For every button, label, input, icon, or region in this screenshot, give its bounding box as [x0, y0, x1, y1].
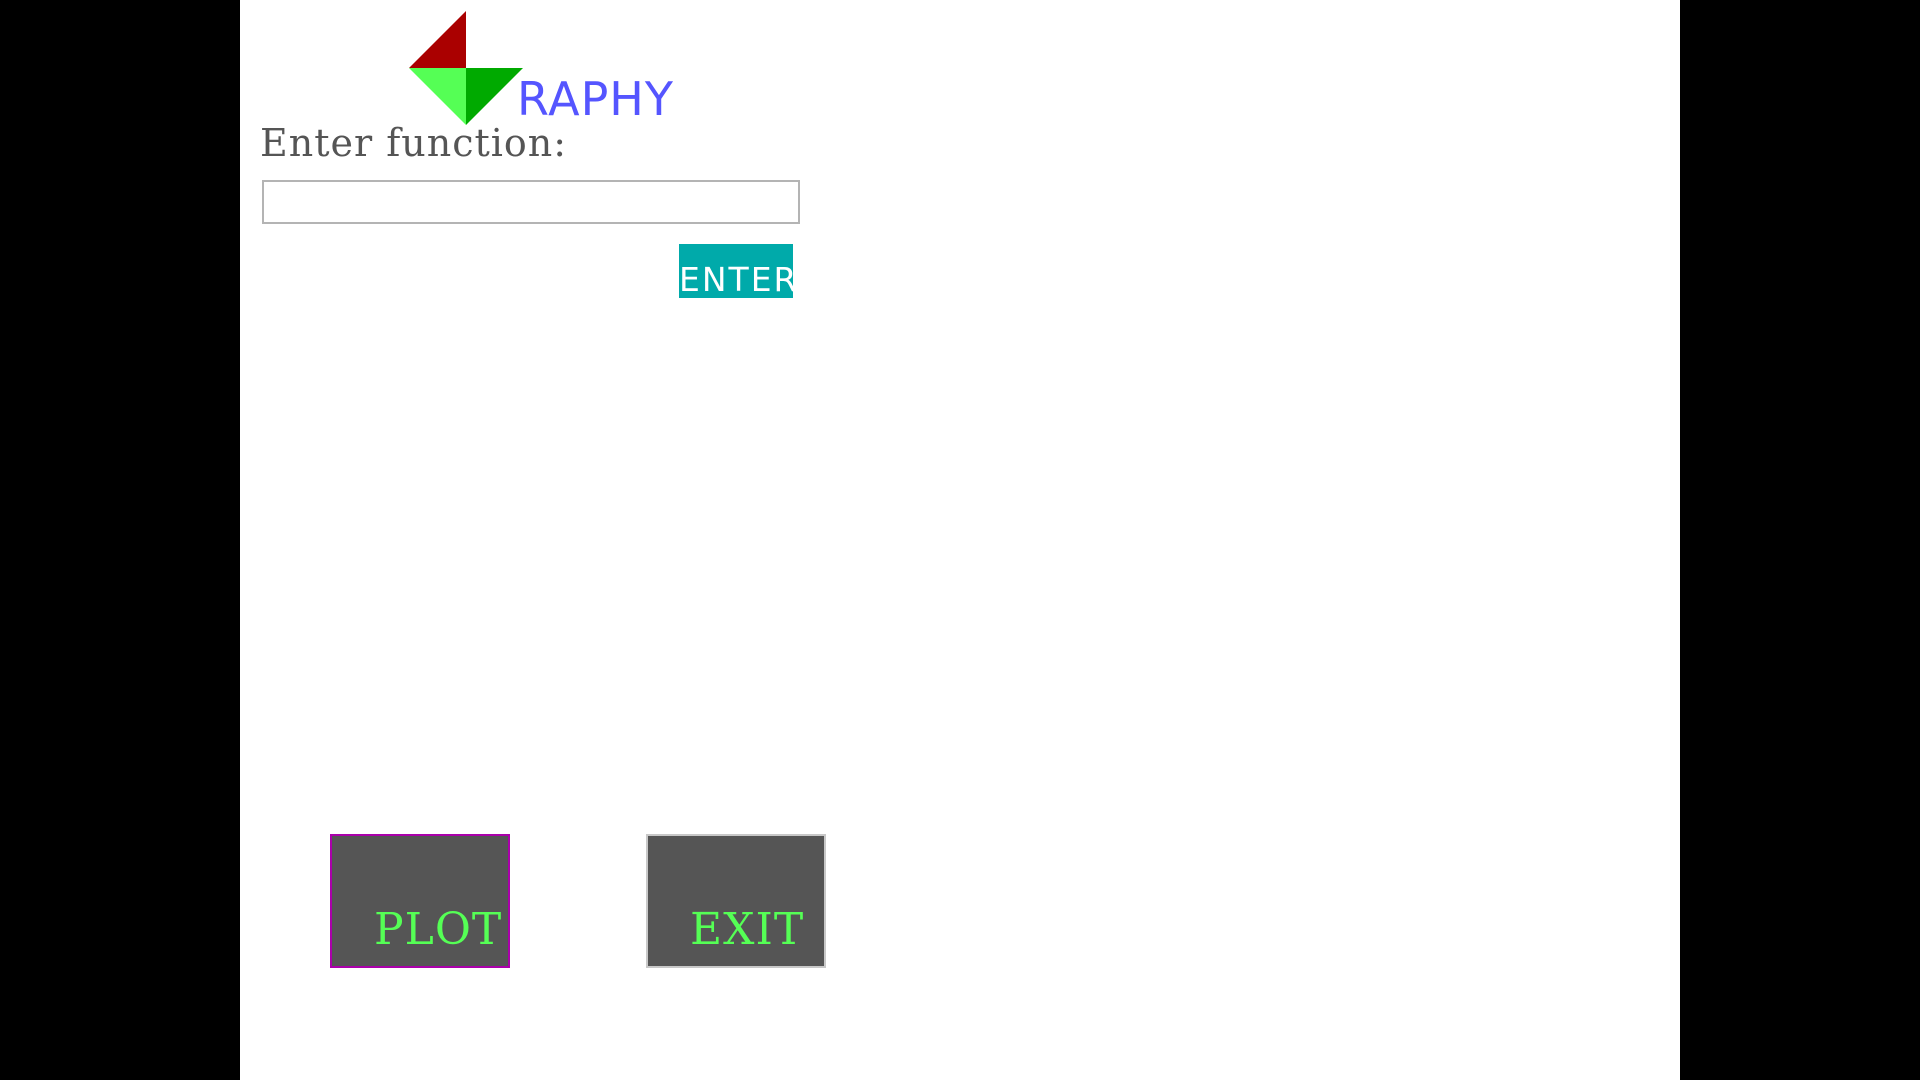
graphy-g-logo-icon [408, 10, 526, 126]
plot-button[interactable]: PLOT [330, 834, 510, 968]
enter-button[interactable]: ENTER [679, 244, 793, 298]
left-letterbox [0, 0, 240, 1080]
function-input[interactable] [262, 180, 800, 224]
app-screen: RAPHY Enter function: ENTER PLOT EXIT [240, 0, 1680, 1080]
function-prompt-label: Enter function: [260, 121, 568, 165]
logo-text: RAPHY [517, 72, 674, 126]
right-letterbox [1680, 0, 1920, 1080]
exit-button[interactable]: EXIT [646, 834, 826, 968]
